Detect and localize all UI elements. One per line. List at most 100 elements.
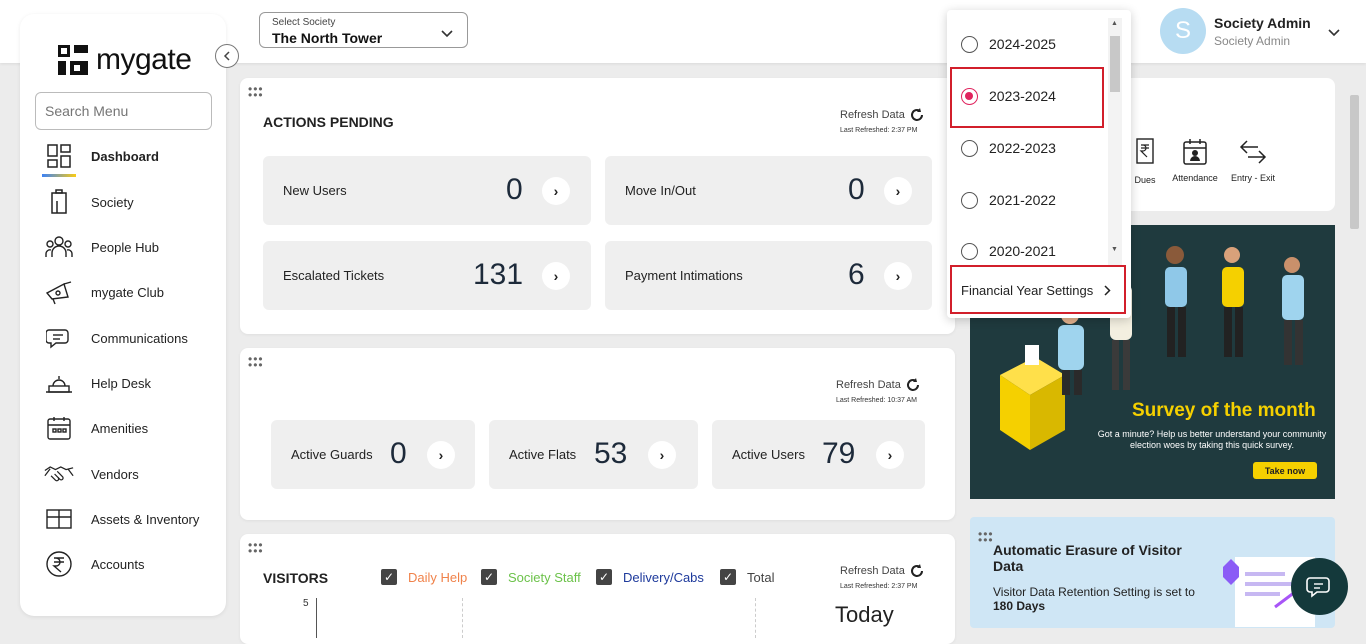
selection-highlight — [950, 67, 1104, 128]
erasure-retention-value: 180 Days — [993, 599, 1046, 613]
refresh-label: Refresh Data — [840, 565, 905, 577]
sidebar-item-label: Assets & Inventory — [91, 511, 200, 527]
tile-value: 0 — [848, 173, 865, 206]
chat-button[interactable] — [1291, 558, 1348, 615]
refresh-icon — [910, 564, 923, 577]
fy-option-2024-2025[interactable]: 2024-2025 — [961, 29, 1056, 59]
mygate-logo[interactable]: mygate — [56, 42, 192, 78]
refresh-icon — [906, 378, 919, 391]
chevron-down-icon — [1328, 24, 1340, 42]
checkbox-checked-icon: ✓ — [381, 569, 397, 585]
active-indicator — [42, 174, 76, 177]
search-menu-input[interactable] — [35, 92, 212, 130]
quick-link-attendance[interactable]: Attendance — [1168, 138, 1222, 183]
society-select[interactable]: Select Society The North Tower — [259, 12, 468, 48]
radio-unselected-icon — [961, 35, 978, 53]
fy-option-2020-2021[interactable]: 2020-2021 — [961, 237, 1056, 261]
refresh-data-button[interactable]: Refresh Data — [836, 377, 921, 393]
sidebar-item-amenities[interactable]: Amenities — [44, 408, 224, 448]
handshake-icon — [44, 459, 74, 489]
scroll-down-icon[interactable]: ▼ — [1111, 246, 1118, 253]
page-scrollbar[interactable] — [1350, 95, 1359, 229]
sidebar: mygate Dashboard Society People Hub myga… — [20, 14, 226, 616]
sidebar-item-help-desk[interactable]: Help Desk — [44, 363, 224, 403]
tile-escalated-tickets[interactable]: Escalated Tickets 131 › — [263, 241, 591, 310]
scroll-up-icon[interactable]: ▲ — [1111, 20, 1118, 27]
legend-label: Total — [747, 569, 775, 585]
chat-icon — [1305, 576, 1330, 598]
chevron-right-icon[interactable]: › — [427, 441, 455, 469]
actions-pending-card: ••• ••• ACTIONS PENDING Refresh Data Last… — [240, 78, 955, 334]
sidebar-item-society[interactable]: Society — [44, 182, 224, 222]
tile-value: 0 — [390, 437, 407, 470]
rupee-doc-icon — [1136, 138, 1154, 164]
chevron-right-icon[interactable]: › — [876, 441, 904, 469]
drag-handle-icon[interactable]: ••• ••• — [248, 353, 264, 371]
card-title: ACTIONS PENDING — [263, 114, 394, 130]
sidebar-item-label: Accounts — [91, 556, 145, 572]
sidebar-item-communications[interactable]: Communications — [44, 318, 224, 358]
drag-handle-icon[interactable]: ••• ••• — [248, 539, 264, 557]
user-name: Society Admin — [1214, 14, 1311, 31]
take-now-button[interactable]: Take now — [1253, 462, 1317, 479]
tile-label: Active Guards — [291, 447, 373, 462]
drag-handle-icon[interactable]: ••• ••• — [978, 528, 994, 546]
fy-option-2022-2023[interactable]: 2022-2023 — [961, 133, 1056, 163]
tile-active-users[interactable]: Active Users 79 › — [712, 420, 925, 489]
grid-line — [755, 598, 756, 638]
tile-label: Active Users — [732, 447, 805, 462]
chevron-right-icon[interactable]: › — [648, 441, 676, 469]
tile-value: 79 — [822, 437, 856, 470]
people-icon — [44, 232, 74, 262]
user-menu[interactable]: S Society Admin Society Admin — [1160, 8, 1340, 54]
tile-payment-intimations[interactable]: Payment Intimations 6 › — [605, 241, 932, 310]
tile-move-in-out[interactable]: Move In/Out 0 › — [605, 156, 932, 225]
tile-active-guards[interactable]: Active Guards 0 › — [271, 420, 475, 489]
sidebar-item-mygate-club[interactable]: mygate Club — [44, 272, 224, 312]
drag-handle-icon[interactable]: ••• ••• — [248, 83, 264, 101]
tile-label: Active Flats — [509, 447, 577, 462]
sidebar-item-dashboard[interactable]: Dashboard — [44, 136, 224, 176]
legend-delivery-cabs[interactable]: ✓ Delivery/Cabs — [596, 569, 704, 585]
refresh-data-button[interactable]: Refresh Data — [840, 107, 925, 123]
club-icon — [44, 277, 74, 307]
chevron-right-icon[interactable]: › — [542, 262, 570, 290]
tile-active-flats[interactable]: Active Flats 53 › — [489, 420, 698, 489]
sidebar-item-assets-inventory[interactable]: Assets & Inventory — [44, 499, 224, 539]
settings-highlight — [950, 265, 1126, 314]
user-role: Society Admin — [1214, 33, 1291, 48]
legend-label: Daily Help — [408, 569, 468, 585]
calendar-icon — [44, 413, 74, 443]
sidebar-item-label: Society — [91, 194, 134, 210]
refresh-label: Refresh Data — [840, 109, 905, 121]
tile-new-users[interactable]: New Users 0 › — [263, 156, 591, 225]
last-refreshed: Last Refreshed: 2:37 PM — [840, 127, 918, 134]
fy-option-label: 2021-2022 — [989, 192, 1056, 208]
chevron-right-icon[interactable]: › — [542, 177, 570, 205]
sidebar-item-people-hub[interactable]: People Hub — [44, 227, 224, 267]
fy-option-2021-2022[interactable]: 2021-2022 — [961, 185, 1056, 215]
tile-value: 53 — [594, 437, 628, 470]
quick-link-dues[interactable]: Dues — [1130, 138, 1160, 185]
refresh-data-button[interactable]: Refresh Data — [840, 563, 925, 579]
box-icon — [44, 504, 74, 534]
legend-daily-help[interactable]: ✓ Daily Help — [381, 569, 467, 585]
radio-unselected-icon — [961, 139, 978, 157]
fy-option-label: 2024-2025 — [989, 36, 1056, 52]
sidebar-item-label: Communications — [91, 330, 188, 346]
sidebar-item-accounts[interactable]: Accounts — [44, 544, 224, 584]
sidebar-item-vendors[interactable]: Vendors — [44, 454, 224, 494]
quick-link-entry-exit[interactable]: Entry - Exit — [1226, 138, 1280, 183]
legend-label: Delivery/Cabs — [623, 569, 704, 585]
help-desk-icon — [44, 368, 74, 398]
dropdown-scroll-thumb[interactable] — [1110, 36, 1120, 92]
chevron-right-icon[interactable]: › — [884, 177, 912, 205]
radio-unselected-icon — [961, 243, 978, 260]
collapse-sidebar-button[interactable] — [215, 44, 239, 68]
legend-total[interactable]: ✓ Total — [720, 569, 774, 585]
chevron-right-icon[interactable]: › — [884, 262, 912, 290]
legend-society-staff[interactable]: ✓ Society Staff — [481, 569, 581, 585]
tile-value: 131 — [473, 258, 524, 291]
quick-link-label: Dues — [1134, 175, 1156, 185]
tile-value: 0 — [506, 173, 523, 206]
